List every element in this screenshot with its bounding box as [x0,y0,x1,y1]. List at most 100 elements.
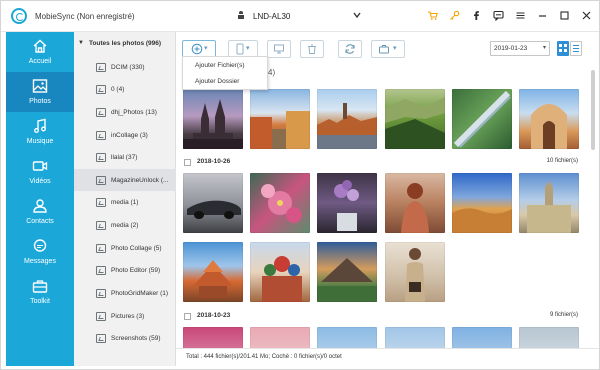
folder-item[interactable]: MagazineUnlock (... [74,169,176,191]
collapse-arrow-icon[interactable]: ▼ [78,40,84,46]
folder-label: media (2) [111,221,139,229]
facebook-icon[interactable] [470,10,482,22]
nav-label: Photos [29,98,51,105]
photo-thumbnail[interactable] [183,327,243,348]
add-files-menu-item[interactable]: Ajouter Fichier(s) [183,58,269,74]
photo-thumbnail[interactable] [519,173,579,233]
nav-label: Toolkit [30,298,50,305]
toolkit-icon [32,278,48,294]
folder-item[interactable]: 0 (4) [74,78,176,100]
refresh-button[interactable] [338,40,362,58]
folder-label: Photo Collage (5) [111,244,162,252]
list-view-button[interactable] [570,41,582,56]
folder-item[interactable]: media (1) [74,191,176,213]
nav-item-messages[interactable]: Messages [6,232,74,272]
folder-label: media (1) [111,198,139,206]
photo-thumbnail[interactable] [183,242,243,302]
folder-item[interactable]: Photo Collage (5) [74,237,176,259]
device-name: LND-AL30 [253,11,291,21]
chevron-down-icon: ▾ [246,45,250,52]
photo-thumbnail[interactable] [385,89,445,149]
photo-thumbnail[interactable] [183,89,243,149]
folder-icon [96,62,106,72]
toolbox-button[interactable]: ▾ [371,40,405,58]
nav-item-photos[interactable]: Photos [6,72,74,112]
photo-thumbnail[interactable] [317,89,377,149]
photo-thumbnail[interactable] [519,327,579,348]
folder-item[interactable]: llalal (37) [74,146,176,168]
app-title: MobieSync (Non enregistré) [35,12,135,21]
delete-button[interactable] [300,40,324,58]
photo-thumbnail[interactable] [317,327,377,348]
folder-icon [96,288,106,298]
contacts-icon [32,198,48,214]
content-scrollbar[interactable] [591,70,595,150]
photo-thumbnail[interactable] [250,89,310,149]
add-folder-menu-item[interactable]: Ajouter Dossier [183,74,269,90]
folder-icon [96,130,106,140]
folder-item[interactable]: Photo Editor (59) [74,259,176,281]
photo-thumbnail[interactable] [452,89,512,149]
photo-thumbnail[interactable] [385,327,445,348]
folder-label: inCollage (3) [111,131,148,139]
folder-icon [96,333,106,343]
folder-icon [96,107,106,117]
music-icon [32,118,48,134]
chevron-down-icon: ▾ [393,45,397,52]
menu-icon[interactable] [514,10,526,22]
add-icon [191,43,203,55]
photo-thumbnail[interactable] [250,327,310,348]
home-icon [32,38,48,54]
nav-label: Vidéos [29,178,51,185]
photo-thumbnail[interactable] [317,242,377,302]
export-to-pc-button[interactable] [267,40,291,58]
photo-thumbnail[interactable] [183,173,243,233]
folder-item[interactable]: DCIM (330) [74,56,176,78]
folder-item[interactable]: dhj_Photos (13) [74,101,176,123]
grid-view-button[interactable] [557,41,569,56]
nav-label: Accueil [28,58,52,65]
photo-thumbnail[interactable] [250,173,310,233]
cart-icon[interactable] [426,10,438,22]
nav-label: Musique [26,138,54,145]
folder-item[interactable]: Pictures (3) [74,305,176,327]
nav-label: Contacts [26,218,54,225]
feedback-icon[interactable] [492,10,504,22]
photo-thumbnail[interactable] [317,173,377,233]
nav-item-accueil[interactable]: Accueil [6,32,74,72]
select-group-checkbox[interactable] [184,159,191,166]
device-selector[interactable]: LND-AL30 [236,7,362,25]
add-dropdown-menu: Ajouter Fichier(s) Ajouter Dossier [182,56,268,90]
main-navigation: Accueil Photos Musique Vidéos Contacts M… [6,32,74,366]
nav-item-toolkit[interactable]: Toolkit [6,272,74,312]
date-filter-select[interactable]: 2019-01-23 ▾ [490,41,550,56]
folder-label: Pictures (3) [111,312,145,320]
photo-thumbnail[interactable] [250,242,310,302]
folder-item[interactable]: media (2) [74,214,176,236]
photo-thumbnail[interactable] [385,173,445,233]
photo-thumbnail[interactable] [452,327,512,348]
folder-label: dhj_Photos (13) [111,108,157,116]
key-icon[interactable] [448,10,460,22]
nav-item-contacts[interactable]: Contacts [6,192,74,232]
folder-label: DCIM (330) [111,63,145,71]
title-bar: MobieSync (Non enregistré) LND-AL30 [0,0,600,32]
minimize-icon[interactable] [536,10,548,22]
chevron-down-icon[interactable] [352,10,362,20]
folder-item[interactable]: inCollage (3) [74,124,176,146]
group-file-count: 9 fichier(s) [549,312,578,318]
maximize-icon[interactable] [558,10,570,22]
folder-label: PhotoGridMaker (1) [111,289,169,297]
messages-icon [32,238,48,254]
photo-thumbnail[interactable] [452,173,512,233]
nav-item-videos[interactable]: Vidéos [6,152,74,192]
photo-thumbnail[interactable] [385,242,445,302]
folder-item[interactable]: Screenshots (59) [74,327,176,349]
nav-item-musique[interactable]: Musique [6,112,74,152]
photo-thumbnail[interactable] [519,89,579,149]
chevron-down-icon: ▾ [542,45,546,51]
folder-item[interactable]: PhotoGridMaker (1) [74,282,176,304]
all-photos-header[interactable]: ▼ Toutes les photos (996) [74,32,176,54]
select-group-checkbox[interactable] [184,313,191,320]
close-icon[interactable] [580,10,592,22]
